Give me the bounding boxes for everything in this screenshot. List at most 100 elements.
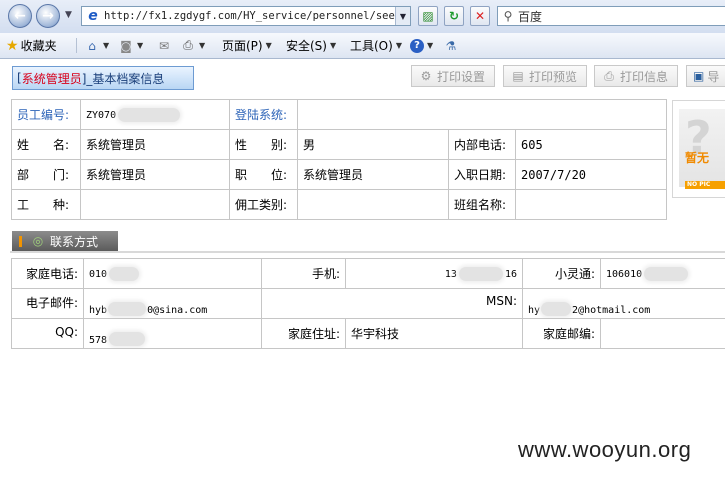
- tab-basic-profile[interactable]: [ 系统管理员 ]_基本档案信息: [12, 66, 194, 90]
- mail-icon: ✉: [158, 38, 170, 53]
- compatibility-view-button[interactable]: ▨: [418, 6, 438, 26]
- home-phone-cell: 010: [83, 258, 262, 289]
- ie-page-icon: e: [88, 8, 98, 24]
- refresh-button[interactable]: ↻: [444, 6, 464, 26]
- msn-prefix: hy: [528, 304, 541, 316]
- address-field[interactable]: e http://fx1.zgdygf.com/HY_service/perso…: [81, 6, 411, 26]
- home-phone-label: 家庭电话:: [11, 258, 84, 289]
- phs-label: 小灵通:: [522, 258, 601, 289]
- page-menu-dropdown-icon: ▼: [265, 41, 272, 50]
- mobile-value-prefix: 13: [444, 269, 457, 281]
- redacted-blur: [108, 302, 147, 316]
- redacted-blur: [458, 266, 503, 281]
- postcode-value: [600, 318, 725, 349]
- print-info-icon: ⎙: [604, 68, 614, 83]
- contact-section-header: ◎ 联系方式: [10, 231, 725, 253]
- address-bar-row: ← → ▼ e http://fx1.zgdygf.com/HY_service…: [0, 0, 725, 34]
- home-icon: ⌂: [88, 38, 96, 53]
- favorites-star-icon: ★: [6, 37, 19, 54]
- phs-cell: 106010: [600, 258, 725, 289]
- join-date-label: 入职日期:: [448, 159, 516, 190]
- forward-button[interactable]: →: [36, 4, 60, 28]
- address-url[interactable]: http://fx1.zgdygf.com/HY_service/personn…: [104, 10, 395, 22]
- table-row: 姓 名: 系统管理员 性 别: 男 内部电话: 605: [11, 129, 668, 160]
- page-content: [ 系统管理员 ]_基本档案信息 ⚙ 打印设置 ▤ 打印预览 ⎙ 打印信息 ▣ …: [0, 59, 725, 479]
- table-row: 员工编号: ZY070 登陆系统:: [11, 99, 668, 130]
- email-cell: hyb 0@sina.com: [83, 288, 262, 319]
- research-button[interactable]: ⚗: [443, 37, 459, 54]
- safety-menu-dropdown-icon: ▼: [329, 41, 337, 50]
- tab-title-text: ]_基本档案信息: [81, 71, 165, 86]
- print-settings-label: 打印设置: [437, 69, 486, 84]
- search-field[interactable]: ⚲ 百度: [497, 6, 725, 26]
- stop-button[interactable]: ✕: [470, 6, 490, 26]
- no-pic-strip: NO PIC: [685, 181, 725, 189]
- history-dropdown-icon[interactable]: ▼: [65, 10, 72, 20]
- contact-section-tab[interactable]: ◎ 联系方式: [12, 231, 118, 251]
- basic-info-table: 员工编号: ZY070 登陆系统: 姓 名: 系统管理员 性 别: 男 内部电话…: [11, 99, 668, 220]
- home-address-value: 华宇科技: [345, 318, 523, 349]
- forward-arrow-icon: →: [42, 8, 54, 24]
- feeds-dropdown-icon[interactable]: ▼: [137, 41, 143, 50]
- login-system-value: [296, 99, 668, 130]
- msn-label: MSN:: [261, 288, 523, 319]
- department-value: 系统管理员: [80, 159, 230, 190]
- ext-phone-value: 605: [514, 129, 668, 160]
- help-dropdown-icon[interactable]: ▼: [427, 41, 433, 50]
- print-settings-icon: ⚙: [420, 69, 432, 83]
- work-type-value: [80, 189, 230, 220]
- address-dropdown-icon[interactable]: ▼: [395, 7, 410, 25]
- home-button[interactable]: ⌂ ▼: [84, 37, 109, 54]
- research-icon: ⚗: [445, 38, 457, 53]
- compat-view-icon: ▨: [422, 9, 434, 23]
- tab-user-name: 系统管理员: [21, 71, 82, 86]
- print-button[interactable]: ⎙ ▼: [180, 37, 205, 54]
- no-photo-text: 暂无: [685, 151, 710, 165]
- back-button[interactable]: ←: [8, 4, 32, 28]
- table-row: 工 种: 佣工类别: 班组名称:: [11, 189, 668, 220]
- home-dropdown-icon[interactable]: ▼: [103, 41, 109, 50]
- refresh-icon: ↻: [448, 9, 460, 23]
- team-name-label: 班组名称:: [448, 189, 516, 220]
- print-preview-button[interactable]: ▤ 打印预览: [503, 65, 587, 87]
- mobile-value-suffix: 16: [504, 269, 517, 281]
- redacted-blur: [118, 107, 181, 122]
- search-provider-text[interactable]: 百度: [518, 8, 542, 25]
- employment-type-value: [297, 189, 449, 220]
- contact-section-icon: ◎: [32, 234, 44, 248]
- print-preview-label: 打印预览: [529, 69, 578, 84]
- favorites-button[interactable]: ★ 收藏夹: [6, 37, 57, 54]
- page-menu[interactable]: 页面(P) ▼: [222, 37, 272, 54]
- no-photo-placeholder: ? 暂无 NO PIC: [679, 109, 725, 189]
- employee-no-cell: ZY070: [80, 99, 230, 130]
- tools-menu[interactable]: 工具(O) ▼: [350, 37, 402, 54]
- page-menu-label: 页面(P): [222, 39, 263, 53]
- export-button[interactable]: ▣ 导: [686, 65, 725, 87]
- qq-label: QQ:: [11, 318, 84, 349]
- name-label: 姓 名:: [11, 129, 81, 160]
- printer-icon: ⎙: [183, 38, 193, 52]
- safety-menu[interactable]: 安全(S) ▼: [286, 37, 336, 54]
- employee-no-value: ZY070: [86, 110, 117, 122]
- qq-cell: 578: [83, 318, 262, 349]
- tab-bar: [ 系统管理员 ]_基本档案信息 ⚙ 打印设置 ▤ 打印预览 ⎙ 打印信息 ▣ …: [0, 59, 725, 95]
- mail-button[interactable]: ✉: [156, 37, 172, 54]
- mobile-label: 手机:: [261, 258, 346, 289]
- employee-no-label: 员工编号:: [11, 99, 81, 130]
- mobile-cell: 13 16: [345, 258, 523, 289]
- print-info-button[interactable]: ⎙ 打印信息: [594, 65, 678, 87]
- help-button[interactable]: ? ▼: [410, 37, 433, 54]
- table-row: 家庭电话: 010 手机: 13 16 小灵通: 106010: [11, 258, 725, 289]
- print-settings-button[interactable]: ⚙ 打印设置: [411, 65, 495, 87]
- stop-icon: ✕: [474, 9, 486, 23]
- feeds-button[interactable]: ◙ ▼: [118, 37, 143, 54]
- section-marker: [19, 235, 22, 247]
- redacted-blur: [644, 266, 689, 281]
- employment-type-label: 佣工类别:: [229, 189, 298, 220]
- print-dropdown-icon[interactable]: ▼: [199, 41, 205, 50]
- help-icon: ?: [410, 38, 424, 53]
- phs-value: 106010: [606, 269, 643, 281]
- table-row: QQ: 578 家庭住址: 华宇科技 家庭邮编:: [11, 318, 725, 349]
- department-label: 部 门:: [11, 159, 81, 190]
- home-address-label: 家庭住址:: [261, 318, 346, 349]
